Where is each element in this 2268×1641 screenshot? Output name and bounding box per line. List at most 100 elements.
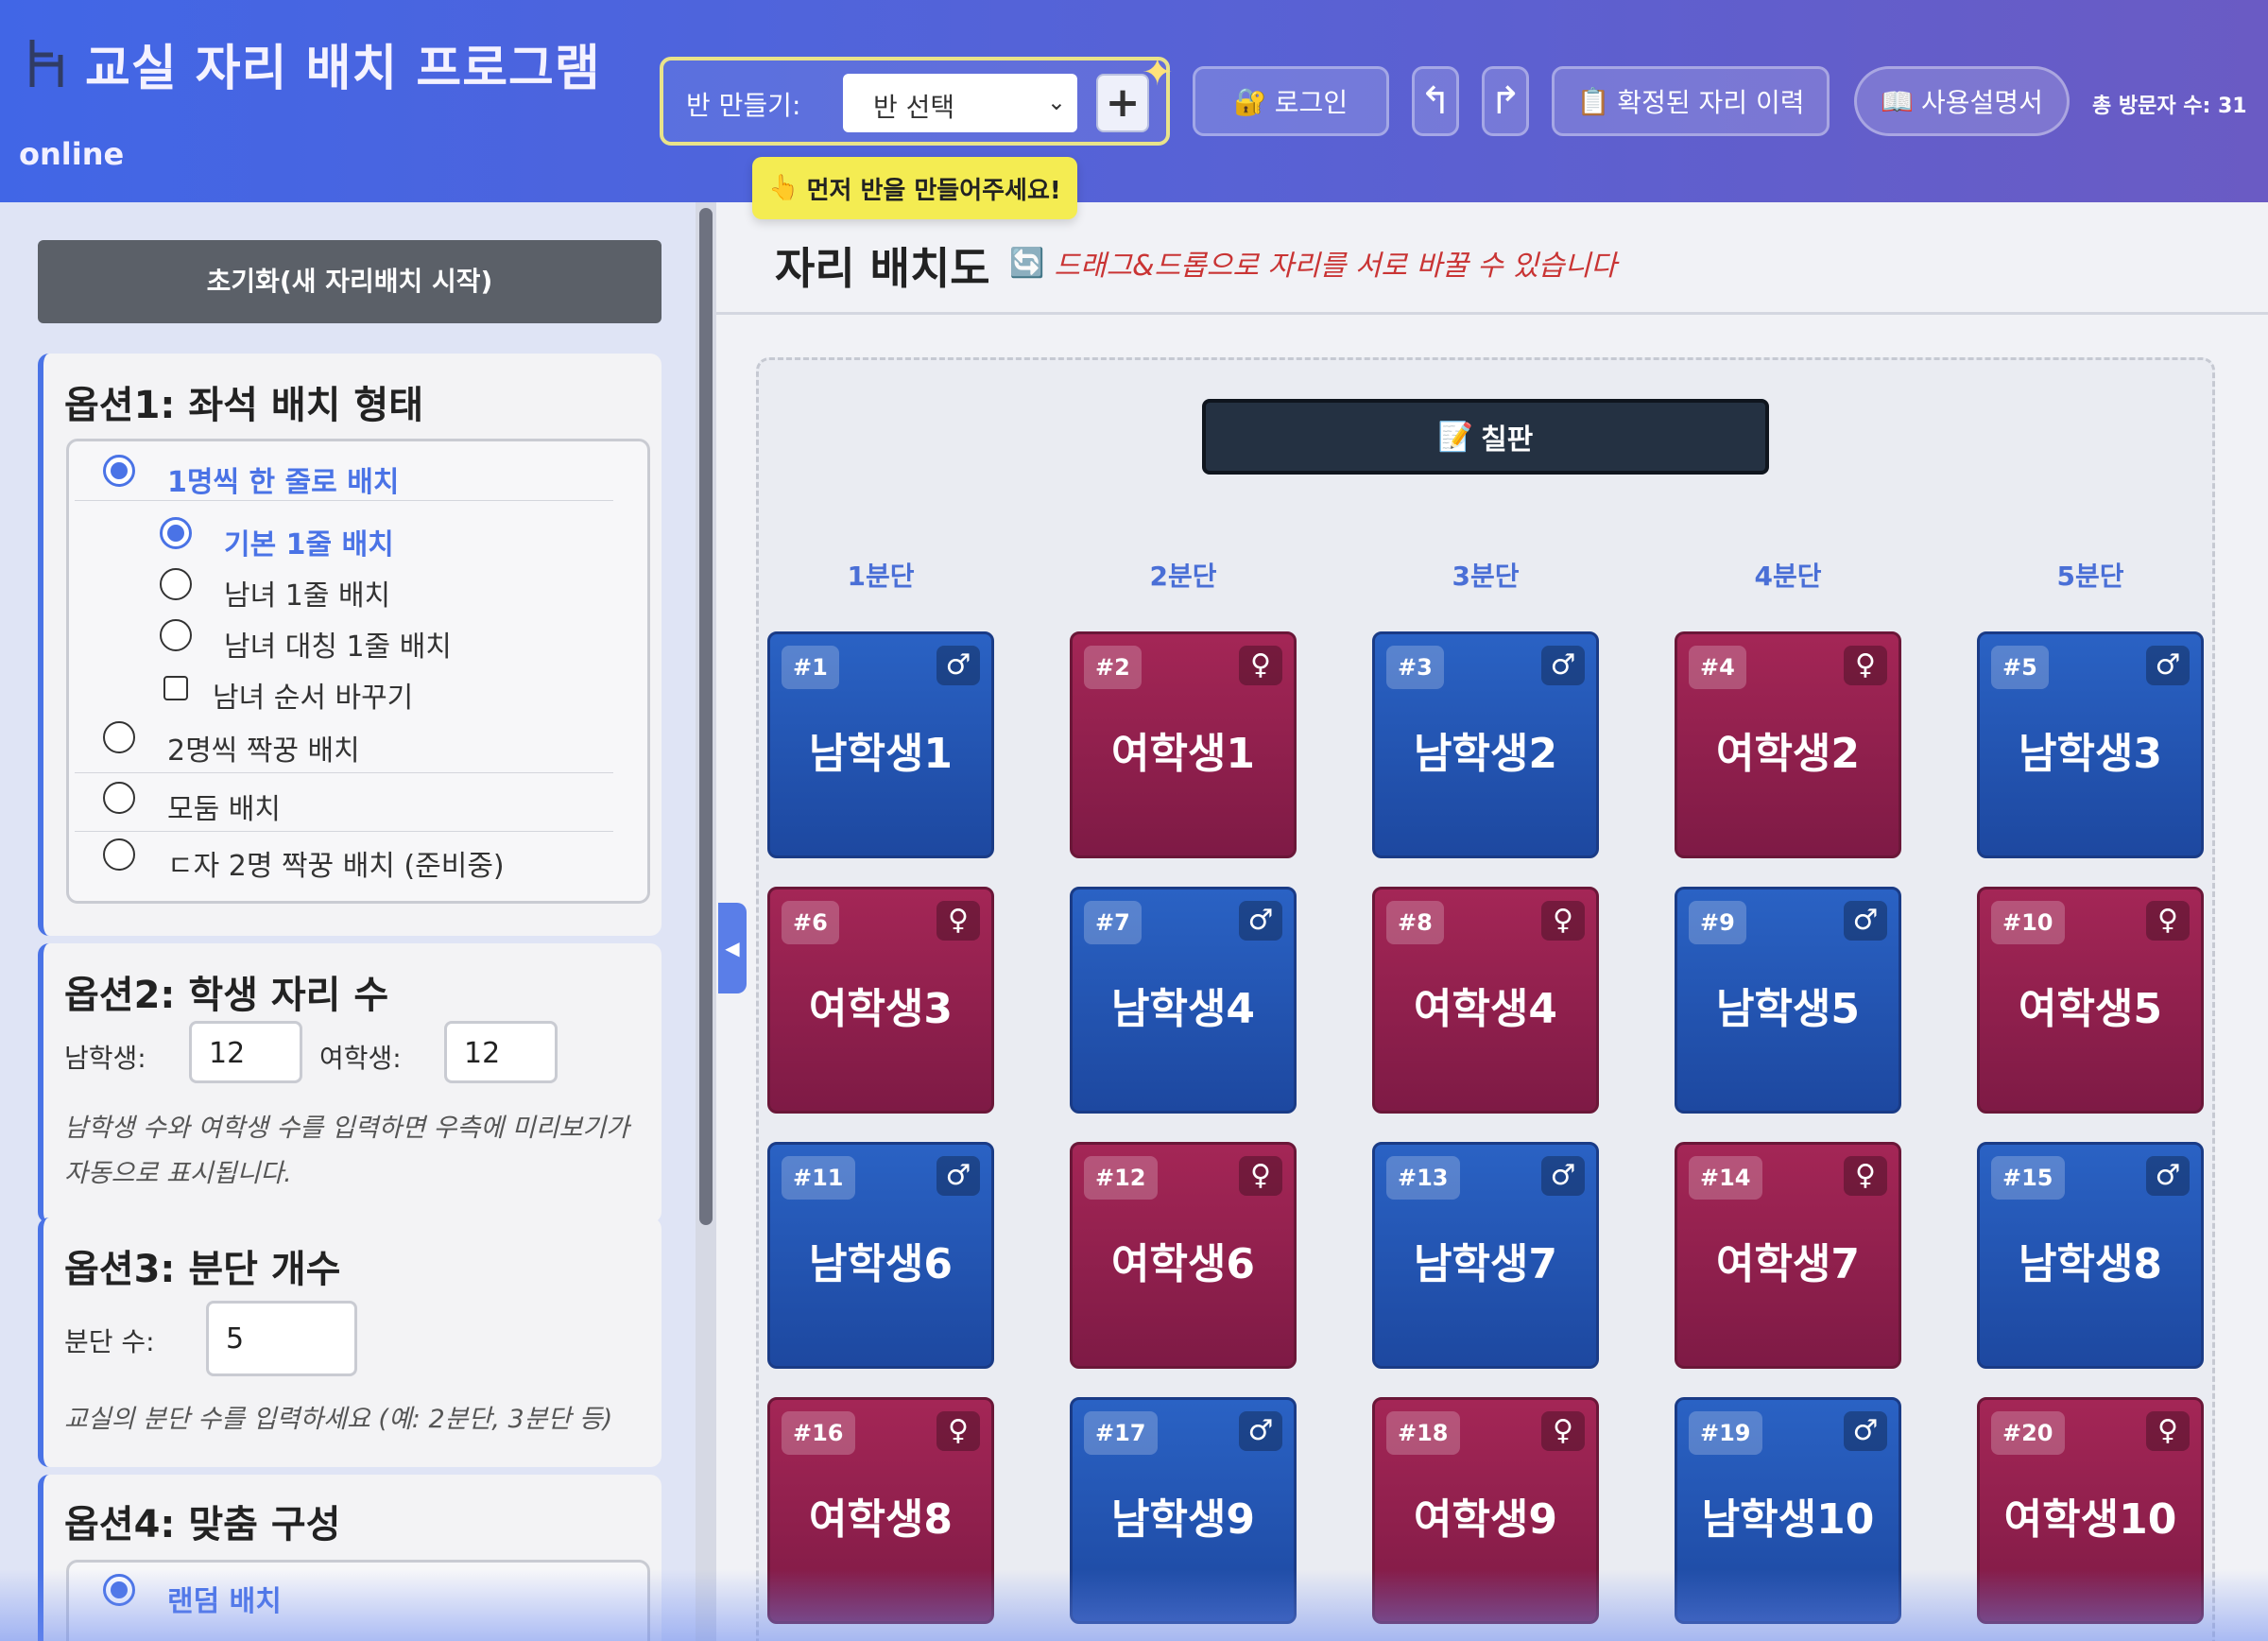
seat-number-badge: #11 bbox=[782, 1156, 855, 1200]
class-create-label: 반 만들기: bbox=[686, 90, 801, 121]
drag-hint-text: 드래그&드롭으로 자리를 서로 바꿀 수 있습니다 bbox=[1054, 250, 1617, 283]
student-name: 여학생3 bbox=[808, 985, 954, 1033]
male-icon: ♂ bbox=[1541, 646, 1585, 685]
seat-card[interactable]: #19 ♂ 남학생10 bbox=[1675, 1397, 1901, 1624]
seat-card[interactable]: #10 ♀ 여학생5 bbox=[1977, 887, 2204, 1114]
random-label: 랜덤 배치 bbox=[167, 1585, 282, 1618]
seat-card[interactable]: #18 ♀ 여학생9 bbox=[1372, 1397, 1599, 1624]
collapse-sidebar-button[interactable]: ◀ bbox=[718, 903, 747, 993]
male-icon: ♂ bbox=[936, 1156, 980, 1196]
u-shape-label: ㄷ자 2명 짝꿍 배치 (준비중) bbox=[167, 850, 505, 883]
female-icon: ♀ bbox=[2146, 1411, 2190, 1451]
seat-number-badge: #4 bbox=[1689, 646, 1746, 689]
radio-random[interactable] bbox=[103, 1574, 135, 1606]
student-name: 남학생6 bbox=[808, 1240, 954, 1288]
seating-title: 자리 배치도 bbox=[775, 243, 990, 294]
seat-card[interactable]: #4 ♀ 여학생2 bbox=[1675, 631, 1901, 858]
student-name: 남학생7 bbox=[1413, 1240, 1558, 1288]
seat-card[interactable]: #6 ♀ 여학생3 bbox=[767, 887, 994, 1114]
seat-number-badge: #16 bbox=[782, 1411, 855, 1455]
seat-card[interactable]: #2 ♀ 여학생1 bbox=[1070, 631, 1297, 858]
seat-card[interactable]: #14 ♀ 여학생7 bbox=[1675, 1142, 1901, 1369]
radio-gender-symmetric[interactable] bbox=[160, 619, 192, 651]
seat-card[interactable]: #1 ♂ 남학생1 bbox=[767, 631, 994, 858]
single-row-label: 1명씩 한 줄로 배치 bbox=[167, 466, 400, 499]
seat-card[interactable]: #15 ♂ 남학생8 bbox=[1977, 1142, 2204, 1369]
seat-number-badge: #6 bbox=[782, 901, 839, 944]
option3-section: 옵션3: 분단 개수 분단 수: 5 교실의 분단 수를 입력하세요 (예: 2… bbox=[38, 1218, 662, 1467]
chair-icon bbox=[26, 38, 68, 91]
seat-number-badge: #12 bbox=[1084, 1156, 1158, 1200]
seat-card[interactable]: #17 ♂ 남학생9 bbox=[1070, 1397, 1297, 1624]
seat-number-badge: #15 bbox=[1991, 1156, 2065, 1200]
seat-card[interactable]: #20 ♀ 여학생10 bbox=[1977, 1397, 2204, 1624]
seat-number-badge: #13 bbox=[1386, 1156, 1460, 1200]
option4-section: 옵션4: 맞춤 구성 랜덤 배치 bbox=[38, 1475, 662, 1641]
column-label: 1분단 bbox=[847, 561, 915, 592]
divider bbox=[75, 772, 613, 773]
female-icon: ♀ bbox=[1541, 901, 1585, 941]
app-title-text: 교실 자리 배치 프로그램 bbox=[85, 41, 601, 97]
radio-single-row[interactable] bbox=[103, 455, 135, 487]
seat-number-badge: #19 bbox=[1689, 1411, 1762, 1455]
seat-number-badge: #2 bbox=[1084, 646, 1142, 689]
undo-button[interactable]: ↰ bbox=[1412, 66, 1459, 136]
lock-icon: 🔐 bbox=[1233, 85, 1267, 117]
history-button[interactable]: 📋 확정된 자리 이력 bbox=[1552, 66, 1830, 136]
option1-title: 옵션1: 좌석 배치 형태 bbox=[64, 384, 424, 427]
option1-section: 옵션1: 좌석 배치 형태 1명씩 한 줄로 배치 기본 1줄 배치 남녀 1줄… bbox=[38, 354, 662, 936]
divider bbox=[75, 500, 613, 501]
seat-card[interactable]: #3 ♂ 남학생2 bbox=[1372, 631, 1599, 858]
female-icon: ♀ bbox=[1844, 646, 1887, 685]
student-name: 남학생9 bbox=[1110, 1495, 1256, 1544]
login-button[interactable]: 🔐 로그인 bbox=[1193, 66, 1389, 136]
student-count-hint: 남학생 수와 여학생 수를 입력하면 우측에 미리보기가 자동으로 표시됩니다. bbox=[64, 1114, 629, 1188]
book-icon: 📖 bbox=[1881, 85, 1915, 117]
student-name: 남학생8 bbox=[2018, 1240, 2163, 1288]
visitor-count: 총 방문자 수: 31 bbox=[2092, 95, 2247, 118]
student-name: 여학생10 bbox=[2003, 1495, 2177, 1544]
seat-card[interactable]: #12 ♀ 여학생6 bbox=[1070, 1142, 1297, 1369]
manual-button[interactable]: 📖 사용설명서 bbox=[1854, 66, 2070, 136]
online-status: online bbox=[19, 136, 125, 172]
custom-options-box: 랜덤 배치 bbox=[66, 1560, 650, 1641]
male-icon: ♂ bbox=[2146, 646, 2190, 685]
reset-button[interactable]: 초기화(새 자리배치 시작) bbox=[38, 240, 662, 323]
column-count-input[interactable]: 5 bbox=[206, 1301, 357, 1376]
radio-u-shape[interactable] bbox=[103, 838, 135, 871]
seat-number-badge: #18 bbox=[1386, 1411, 1460, 1455]
memo-icon: 📝 bbox=[1437, 420, 1474, 454]
redo-button[interactable]: ↱ bbox=[1482, 66, 1529, 136]
male-count-input[interactable]: 12 bbox=[189, 1021, 302, 1083]
blackboard-label: 칠판 bbox=[1481, 423, 1534, 457]
manual-label: 사용설명서 bbox=[1921, 87, 2043, 118]
student-name: 남학생10 bbox=[1701, 1495, 1875, 1544]
student-name: 여학생2 bbox=[1715, 730, 1861, 778]
seat-card[interactable]: #5 ♂ 남학생3 bbox=[1977, 631, 2204, 858]
radio-group[interactable] bbox=[103, 782, 135, 814]
radio-basic-row[interactable] bbox=[160, 517, 192, 549]
option2-title: 옵션2: 학생 자리 수 bbox=[64, 974, 389, 1017]
seat-card[interactable]: #16 ♀ 여학생8 bbox=[767, 1397, 994, 1624]
radio-gender-row[interactable] bbox=[160, 568, 192, 600]
male-icon: ♂ bbox=[936, 646, 980, 685]
radio-pairs[interactable] bbox=[103, 721, 135, 753]
male-icon: ♂ bbox=[1541, 1156, 1585, 1196]
layout-options-box: 1명씩 한 줄로 배치 기본 1줄 배치 남녀 1줄 배치 남녀 대칭 1줄 배… bbox=[66, 439, 650, 904]
female-count-input[interactable]: 12 bbox=[444, 1021, 558, 1083]
seat-card[interactable]: #7 ♂ 남학생4 bbox=[1070, 887, 1297, 1114]
class-select[interactable]: 반 선택 ⌄ bbox=[843, 74, 1077, 132]
app-header: 교실 자리 배치 프로그램 online 반 만들기: 반 선택 ⌄ + ✦ 🔐… bbox=[0, 0, 2268, 202]
seat-card[interactable]: #11 ♂ 남학생6 bbox=[767, 1142, 994, 1369]
seat-card[interactable]: #9 ♂ 남학생5 bbox=[1675, 887, 1901, 1114]
female-icon: ♀ bbox=[1239, 646, 1282, 685]
student-name: 남학생2 bbox=[1413, 730, 1558, 778]
sparkle-icon: ✦ bbox=[1142, 51, 1174, 95]
class-select-value: 반 선택 bbox=[873, 92, 955, 123]
seat-card[interactable]: #13 ♂ 남학생7 bbox=[1372, 1142, 1599, 1369]
female-icon: ♀ bbox=[1239, 1156, 1282, 1196]
swap-order-checkbox[interactable] bbox=[163, 676, 188, 700]
chevron-down-icon: ⌄ bbox=[1046, 89, 1066, 115]
sidebar-scrollbar-thumb[interactable] bbox=[699, 208, 713, 1225]
seat-card[interactable]: #8 ♀ 여학생4 bbox=[1372, 887, 1599, 1114]
